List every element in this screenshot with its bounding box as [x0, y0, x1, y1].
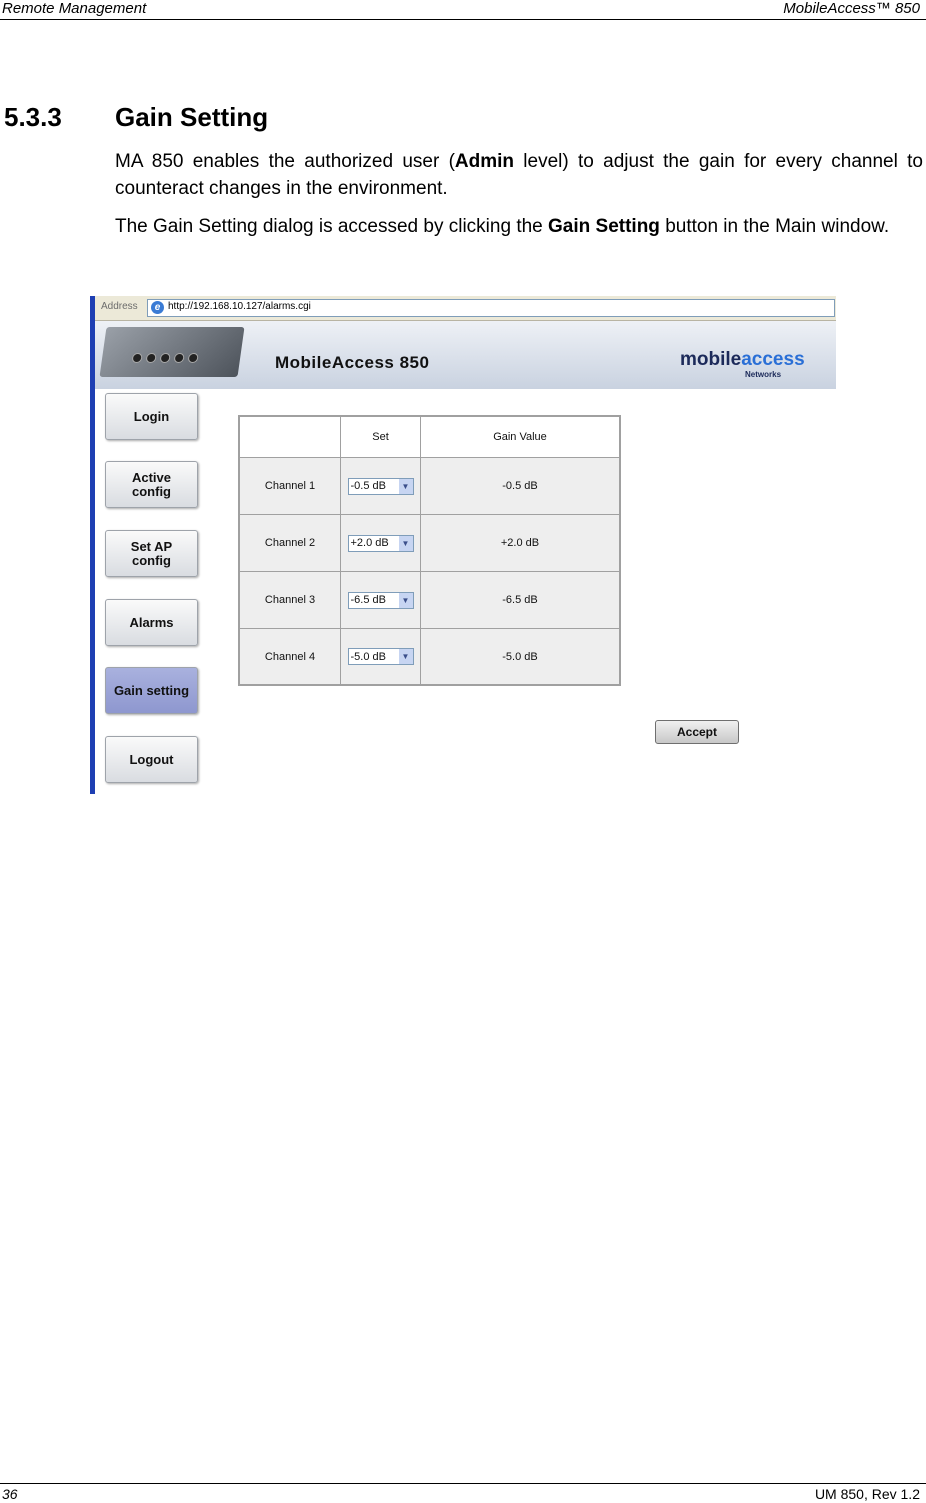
banner-title: MobileAccess 850	[275, 353, 430, 372]
header-product-name: MobileAccess™ 850	[783, 0, 920, 17]
table-header-empty	[239, 416, 341, 458]
chevron-down-icon[interactable]: ▼	[398, 478, 413, 494]
table-row: -6.5 dB ▼	[340, 571, 421, 629]
device-image	[99, 327, 245, 377]
device-port-icon	[131, 353, 143, 363]
access-text-bold: Gain Setting	[548, 216, 660, 237]
channel-label: Channel 2	[239, 514, 341, 572]
channel-label: Channel 3	[239, 571, 341, 629]
gain-value: -5.0 dB	[420, 628, 620, 685]
access-text-b: button in the Main window.	[659, 216, 890, 237]
gain-table: Set Gain Value Channel 1 -0.5 dB ▼ -0.5 d…	[238, 415, 621, 686]
device-port-icon	[159, 353, 171, 363]
logo-main: mobile	[680, 349, 742, 370]
address-label: Address	[101, 301, 138, 312]
nav-set-ap-config-button[interactable]: Set AP config	[105, 530, 198, 577]
table-header-gain-value: Gain Value	[420, 416, 620, 458]
section-title: Gain Setting	[115, 102, 269, 132]
table-row: -5.0 dB ▼	[340, 628, 421, 685]
nav-login-button[interactable]: Login	[105, 393, 198, 440]
device-port-icon	[187, 353, 199, 363]
nav-gain-setting-button[interactable]: Gain setting	[105, 667, 198, 714]
channel-label: Channel 1	[239, 457, 341, 515]
header-section-title: Remote Management	[2, 0, 147, 17]
chevron-down-icon[interactable]: ▼	[398, 535, 413, 551]
nav-logout-button[interactable]: Logout	[105, 736, 198, 783]
nav-active-config-button[interactable]: Active config	[105, 461, 198, 508]
gain-select-value: -0.5 dB	[350, 480, 386, 492]
chevron-down-icon[interactable]: ▼	[398, 592, 413, 608]
gain-value: -0.5 dB	[420, 457, 620, 515]
access-paragraph: The Gain Setting dialog is accessed by c…	[115, 213, 923, 240]
app-banner: MobileAccess 850 mobileaccess Networks	[95, 321, 836, 389]
address-bar: Address e http://192.168.10.127/alarms.c…	[95, 296, 836, 321]
nav-alarms-button[interactable]: Alarms	[105, 599, 198, 646]
gain-select-value: +2.0 dB	[350, 537, 389, 549]
gain-value: +2.0 dB	[420, 514, 620, 572]
table-row: +2.0 dB ▼	[340, 514, 421, 572]
browser-page-icon: e	[151, 301, 164, 314]
logo-accent: access	[741, 349, 805, 370]
document-revision: UM 850, Rev 1.2	[814, 1486, 920, 1502]
gain-setting-screenshot: Address e http://192.168.10.127/alarms.c…	[90, 296, 836, 794]
accept-button[interactable]: Accept	[655, 720, 739, 744]
mobileaccess-logo: mobileaccess	[680, 349, 805, 371]
intro-paragraph: MA 850 enables the authorized user (Admi…	[115, 148, 923, 202]
logo-subtitle: Networks	[745, 370, 782, 379]
channel-label: Channel 4	[239, 628, 341, 685]
section-number: 5.3.3	[4, 102, 62, 132]
header-rule	[0, 19, 926, 20]
table-header-set: Set	[340, 416, 421, 458]
device-port-icon	[145, 353, 157, 363]
gain-select-value: -5.0 dB	[350, 650, 386, 663]
page-number: 36	[2, 1486, 18, 1502]
gain-select[interactable]: -6.5 dB ▼	[347, 591, 414, 609]
gain-value: -6.5 dB	[420, 571, 620, 629]
address-field[interactable]: e http://192.168.10.127/alarms.cgi	[147, 299, 835, 317]
gain-select-value: -6.5 dB	[350, 594, 386, 606]
intro-text-bold: Admin	[454, 151, 515, 172]
gain-select[interactable]: -5.0 dB ▼	[347, 648, 414, 665]
table-row: -0.5 dB ▼	[340, 457, 421, 515]
footer-rule	[0, 1483, 926, 1484]
chevron-down-icon[interactable]: ▼	[398, 649, 413, 664]
gain-select[interactable]: -0.5 dB ▼	[347, 477, 414, 495]
intro-text-a: MA 850 enables the authorized user (	[115, 151, 455, 172]
gain-select[interactable]: +2.0 dB ▼	[347, 534, 414, 552]
device-port-icon	[173, 353, 185, 363]
address-url: http://192.168.10.127/alarms.cgi	[168, 301, 311, 312]
access-text-a: The Gain Setting dialog is accessed by c…	[115, 216, 549, 237]
